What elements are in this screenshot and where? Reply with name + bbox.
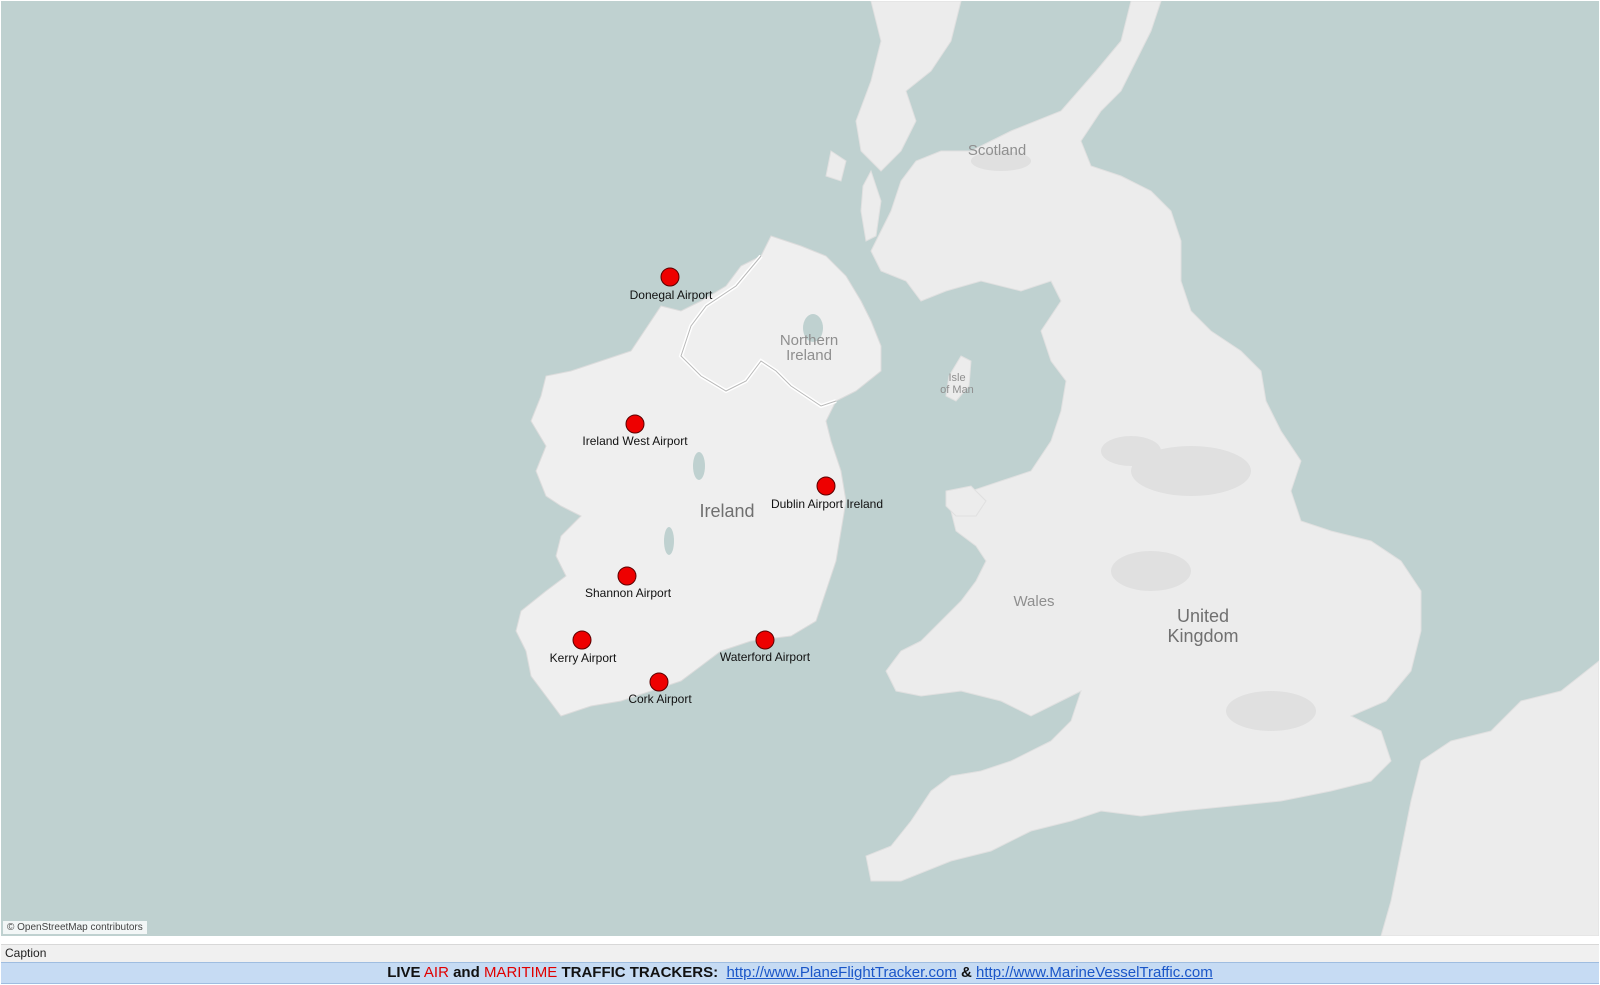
- airport-label: Shannon Airport: [585, 586, 672, 600]
- red-circle-marker-icon[interactable]: [755, 630, 775, 650]
- airport-label: Donegal Airport: [630, 288, 713, 302]
- red-circle-marker-icon[interactable]: [649, 672, 669, 692]
- airport-label: Kerry Airport: [550, 651, 617, 665]
- urban-area: [1226, 691, 1316, 731]
- label-northern-ireland-2: Ireland: [786, 347, 832, 364]
- urban-area: [1111, 551, 1191, 591]
- banner-maritime: MARITIME: [483, 964, 558, 981]
- marine-vessel-traffic-link[interactable]: http://www.MarineVesselTraffic.com: [976, 964, 1213, 981]
- red-circle-marker-icon[interactable]: [572, 630, 592, 650]
- label-isle-of-man-1: Isle: [948, 372, 965, 384]
- airport-label: Waterford Airport: [720, 650, 811, 664]
- label-wales: Wales: [1013, 593, 1054, 610]
- lough-derg: [664, 527, 674, 555]
- kintyre: [860, 169, 882, 242]
- map-attribution[interactable]: © OpenStreetMap contributors: [3, 921, 147, 934]
- airport-label: Ireland West Airport: [582, 434, 688, 448]
- red-circle-marker-icon[interactable]: [660, 267, 680, 287]
- label-united-kingdom-1: United: [1177, 606, 1229, 626]
- caption-bar: Caption: [1, 944, 1599, 962]
- banner-and: and: [453, 964, 480, 981]
- red-circle-marker-icon[interactable]: [625, 414, 645, 434]
- islay: [825, 150, 847, 182]
- tracker-banner: LIVE AIR and MARITIME TRAFFIC TRACKERS: …: [1, 962, 1599, 984]
- airport-marker-donegal[interactable]: Donegal Airport: [630, 267, 713, 302]
- map-view[interactable]: Scotland Northern Ireland Isle of Man Ir…: [1, 1, 1599, 936]
- red-circle-marker-icon[interactable]: [816, 476, 836, 496]
- banner-traffic-trackers: TRAFFIC TRACKERS:: [561, 964, 719, 981]
- banner-ampersand: &: [961, 964, 972, 981]
- label-scotland: Scotland: [968, 142, 1026, 159]
- red-circle-marker-icon[interactable]: [617, 566, 637, 586]
- banner-live: LIVE: [387, 964, 421, 981]
- airport-label: Dublin Airport Ireland: [771, 497, 883, 511]
- banner-air: AIR: [423, 964, 449, 981]
- continental-europe: [1380, 660, 1599, 936]
- scottish-isles: [855, 1, 962, 172]
- label-united-kingdom-2: Kingdom: [1167, 626, 1238, 646]
- airport-label: Cork Airport: [628, 692, 692, 706]
- label-ireland: Ireland: [699, 501, 754, 521]
- plane-flight-tracker-link[interactable]: http://www.PlaneFlightTracker.com: [726, 964, 956, 981]
- caption-label: Caption: [5, 946, 47, 960]
- urban-area: [1101, 436, 1161, 466]
- label-isle-of-man-2: of Man: [940, 384, 974, 396]
- lough-ree: [693, 452, 705, 480]
- map-canvas[interactable]: Scotland Northern Ireland Isle of Man Ir…: [1, 1, 1599, 936]
